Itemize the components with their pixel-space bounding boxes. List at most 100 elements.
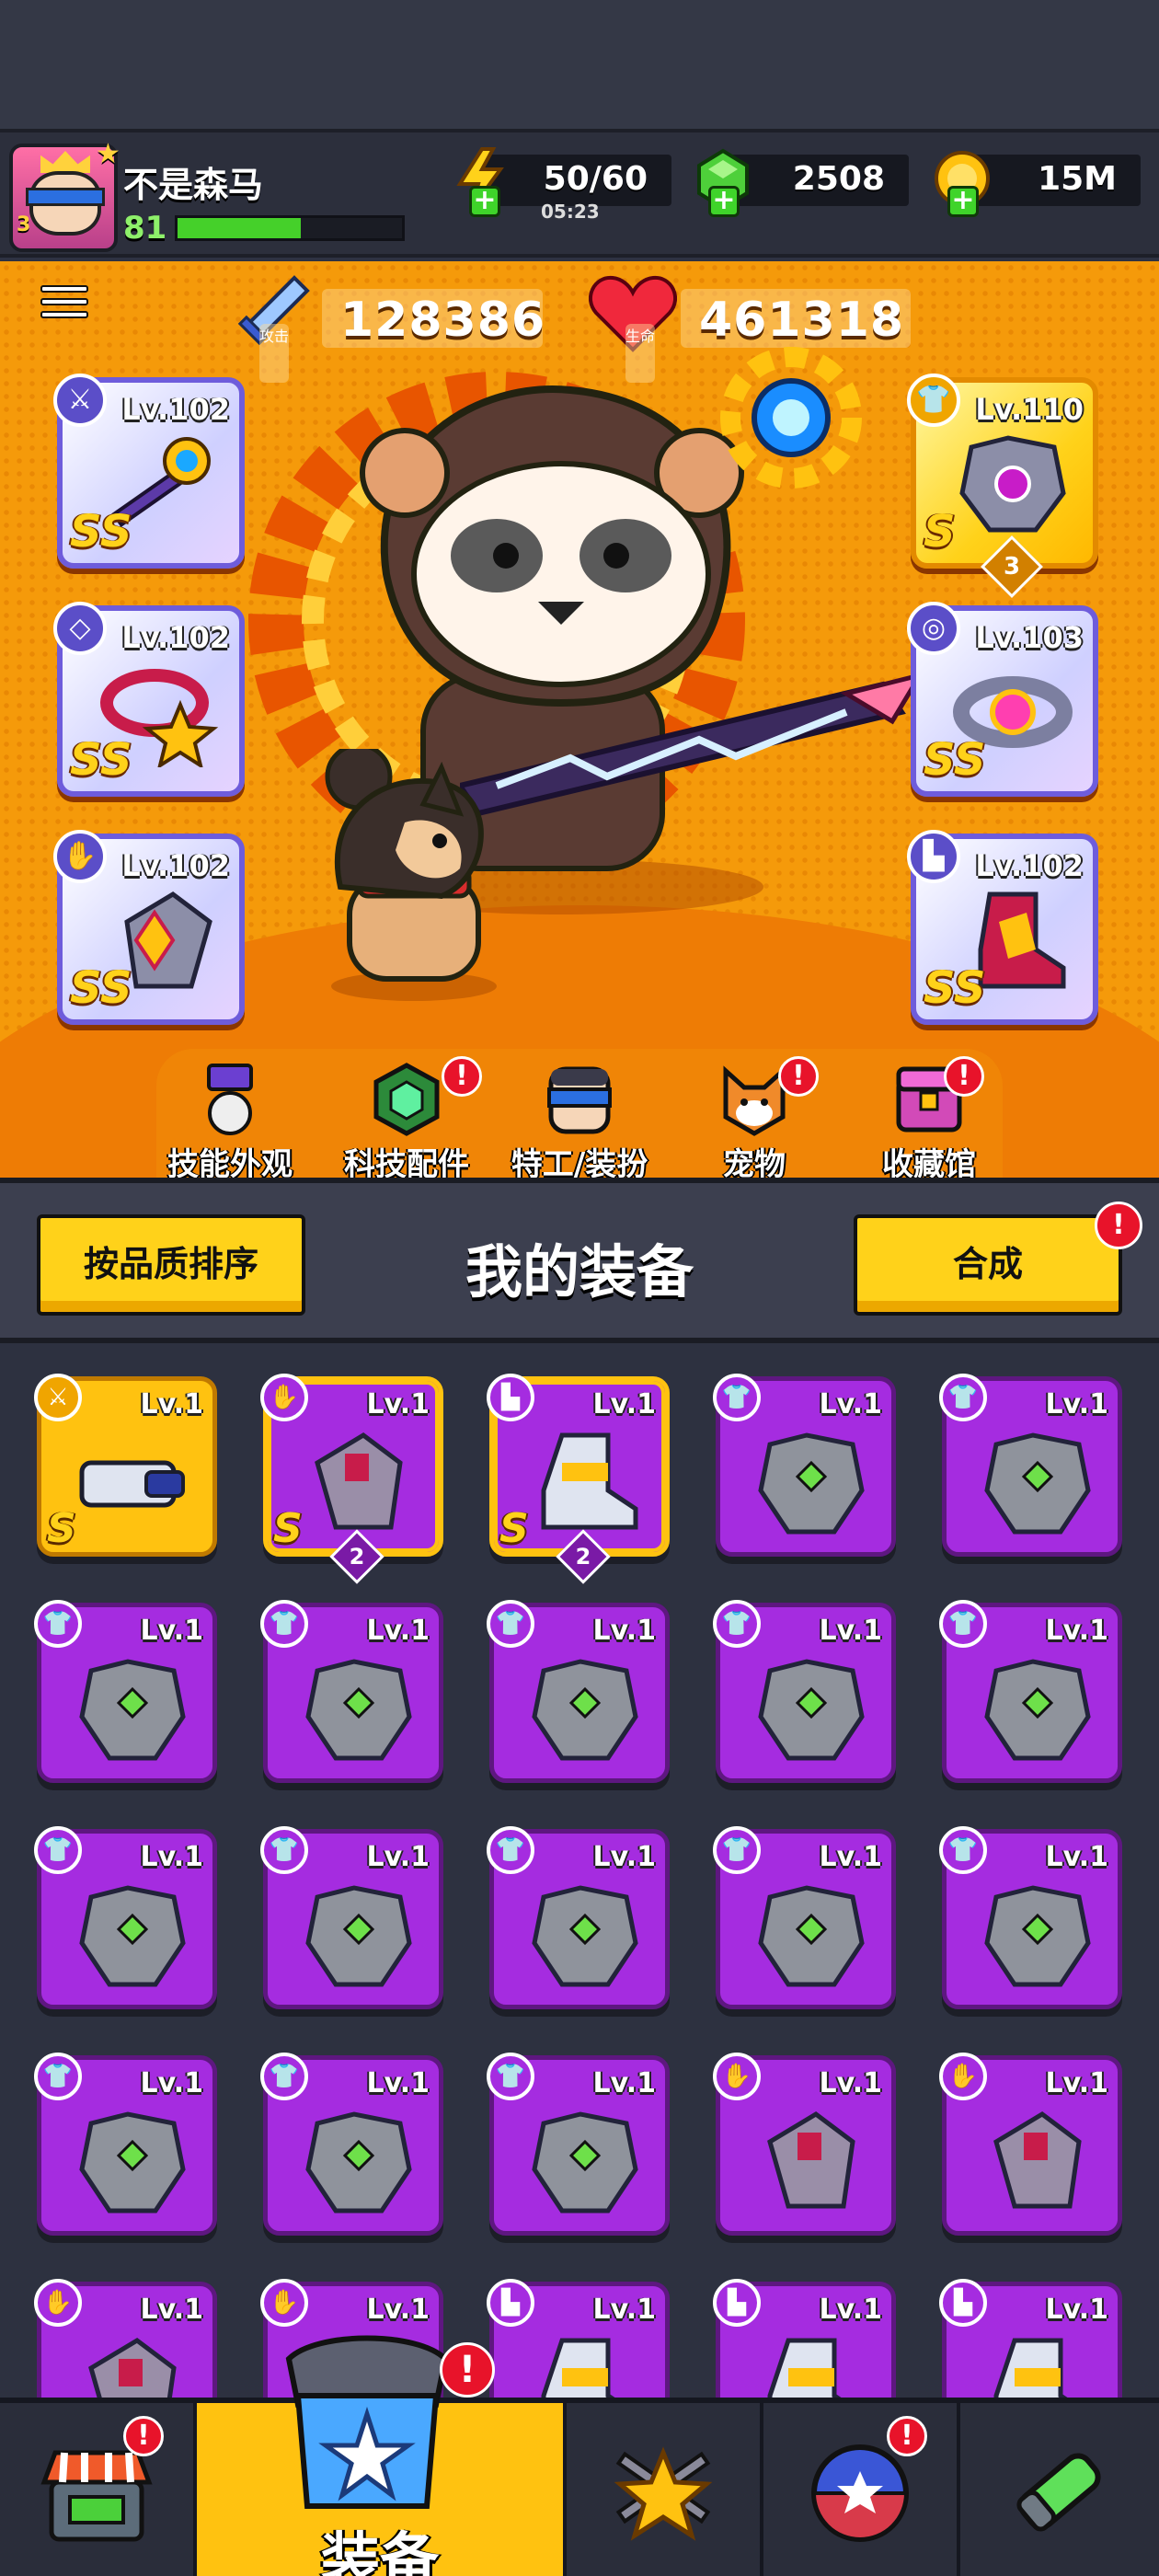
inventory-item[interactable]: 👕 Lv.1 <box>34 2053 217 2236</box>
inventory-item[interactable]: ▙ Lv.1 S 2 <box>487 1374 670 1584</box>
item-art <box>305 1659 412 1761</box>
armor-icon: 👕 <box>34 2053 82 2100</box>
item-art <box>79 1659 186 1761</box>
item-level: Lv.1 <box>366 2067 430 2099</box>
armor-icon: 👕 <box>713 1826 761 1874</box>
equipped-slot-glove[interactable]: ✋ Lv.102 SS <box>53 830 245 1025</box>
inventory-item[interactable]: 👕 Lv.1 <box>260 1600 443 1783</box>
nav-shop[interactable]: ! <box>0 2403 197 2576</box>
armor-icon: 👕 <box>34 1600 82 1648</box>
equipped-slot-weapon[interactable]: ⚔ Lv.102 SS <box>53 374 245 569</box>
add-gems-button[interactable]: + <box>708 186 740 217</box>
item-level: Lv.1 <box>140 2067 204 2099</box>
inventory-item[interactable]: ▙ Lv.1 <box>487 2279 670 2398</box>
item-art <box>993 2110 1082 2209</box>
equipped-slot-necklace[interactable]: ◇ Lv.102 SS <box>53 602 245 797</box>
item-art <box>79 2111 186 2214</box>
item-art <box>541 1432 638 1530</box>
nav-talent[interactable] <box>567 2403 763 2576</box>
item-level: Lv.1 <box>366 1841 430 1873</box>
item-art <box>767 2338 842 2398</box>
item-level: Lv.1 <box>1045 2067 1109 2099</box>
nav-star-ball[interactable]: ! <box>763 2403 960 2576</box>
inventory-item[interactable]: 👕 Lv.1 <box>487 1826 670 2009</box>
alert-badge: ! <box>778 1056 819 1097</box>
inventory-header: 按品质排序 我的装备 合成 ! <box>0 1178 1159 1343</box>
inventory-item[interactable]: 👕 Lv.1 <box>487 1600 670 1783</box>
item-level: Lv.1 <box>592 1388 657 1420</box>
inventory-item[interactable]: 👕 Lv.1 <box>939 1600 1122 1783</box>
inventory-item[interactable]: 👕 Lv.1 <box>713 1374 896 1557</box>
item-art <box>532 1885 638 1987</box>
armor-icon: 👕 <box>939 1600 987 1648</box>
item-level: Lv.1 <box>1045 1388 1109 1420</box>
inventory-item[interactable]: ✋ Lv.1 S 2 <box>260 1374 443 1584</box>
player-level: 81 <box>123 210 167 247</box>
tab-tech-parts[interactable]: ! 科技配件 <box>324 1056 489 1178</box>
alert-badge: ! <box>440 2342 495 2398</box>
inventory-item[interactable]: 👕 Lv.1 <box>260 2053 443 2236</box>
tab-agent[interactable]: 特工/装扮 <box>497 1062 662 1178</box>
equipped-slot-belt[interactable]: ◎ Lv.103 SS <box>907 602 1098 797</box>
inventory-item[interactable]: 👕 Lv.1 <box>487 2053 670 2236</box>
menu-icon[interactable] <box>40 280 88 328</box>
item-level: Lv.1 <box>1045 1841 1109 1873</box>
merge-button[interactable]: 合成 <box>854 1214 1122 1316</box>
necklace-icon: ◇ <box>53 602 107 655</box>
tab-pet[interactable]: ! 宠物 <box>671 1056 837 1178</box>
item-art <box>305 2111 412 2214</box>
nav-equipment[interactable]: ! 装备 <box>197 2335 567 2576</box>
skill-skin-icon <box>207 1064 253 1135</box>
tab-skill-skin[interactable]: 技能外观 <box>147 1062 313 1178</box>
nav-dna[interactable] <box>960 2403 1159 2576</box>
xp-fill <box>178 218 302 238</box>
add-energy-button[interactable]: + <box>469 186 500 217</box>
glove-icon: ✋ <box>260 2279 308 2327</box>
inventory-item[interactable]: ✋ Lv.1 <box>713 2053 896 2236</box>
item-level: Lv.1 <box>592 2067 657 2099</box>
star-icon: ★ <box>96 138 120 170</box>
inventory-item[interactable]: 👕 Lv.1 <box>34 1826 217 2009</box>
inventory-item[interactable]: ✋ Lv.1 <box>939 2053 1122 2236</box>
boots-icon: ▙ <box>713 2279 761 2327</box>
item-level: Lv.1 <box>140 1615 204 1647</box>
bottom-nav: ! ! 装备 ! <box>0 2335 1159 2576</box>
alert-badge: ! <box>887 2416 927 2456</box>
equipped-slot-boots[interactable]: ▙ Lv.102 SS <box>907 830 1098 1025</box>
inventory-item[interactable]: ▙ Lv.1 <box>713 2279 896 2398</box>
energy-counter[interactable]: + 50/60 05:23 <box>456 147 671 223</box>
item-level: Lv.1 <box>140 2294 204 2326</box>
inventory-item[interactable]: ⚔ Lv.1 S <box>34 1374 217 1557</box>
dna-capsule-icon <box>1016 2453 1101 2532</box>
item-art <box>984 1432 1091 1535</box>
glove-icon: ✋ <box>939 2053 987 2100</box>
tab-collection[interactable]: ! 收藏馆 <box>846 1056 1012 1178</box>
inventory-item[interactable]: 👕 Lv.1 <box>939 1826 1122 2009</box>
inventory-item[interactable]: ✋ Lv.1 <box>34 2279 217 2398</box>
item-grade: S <box>47 1505 76 1552</box>
inventory-item[interactable]: 👕 Lv.1 <box>939 1374 1122 1557</box>
xp-bar <box>175 215 405 241</box>
inventory-item[interactable]: 👕 Lv.1 <box>713 1600 896 1783</box>
inventory-item[interactable]: 👕 Lv.1 <box>260 1826 443 2009</box>
coins-counter[interactable]: + 15M <box>935 151 1141 217</box>
stack-count: 2 <box>556 1529 611 1584</box>
glove-icon: ✋ <box>53 830 107 883</box>
gems-counter[interactable]: + 2508 <box>697 148 909 217</box>
equipped-slot-armor[interactable]: 👕 Lv.110 S 3 <box>907 374 1098 598</box>
item-art <box>541 2338 615 2398</box>
inventory-item[interactable]: 👕 Lv.1 <box>713 1826 896 2009</box>
item-level: Lv.1 <box>140 1841 204 1873</box>
armor-icon: 👕 <box>939 1374 987 1421</box>
item-art <box>88 2337 177 2398</box>
agent-icon <box>547 1066 612 1134</box>
item-level: Lv.1 <box>819 1388 883 1420</box>
inventory-item[interactable]: ▙ Lv.1 <box>939 2279 1122 2398</box>
inventory-item[interactable]: 👕 Lv.1 <box>34 1600 217 1783</box>
alert-badge: ! <box>944 1056 984 1097</box>
add-coins-button[interactable]: + <box>947 186 979 217</box>
alert-badge: ! <box>1095 1202 1142 1249</box>
item-level: Lv.1 <box>819 2294 883 2326</box>
armor-icon: 👕 <box>487 2053 534 2100</box>
status-bar <box>0 0 1159 129</box>
